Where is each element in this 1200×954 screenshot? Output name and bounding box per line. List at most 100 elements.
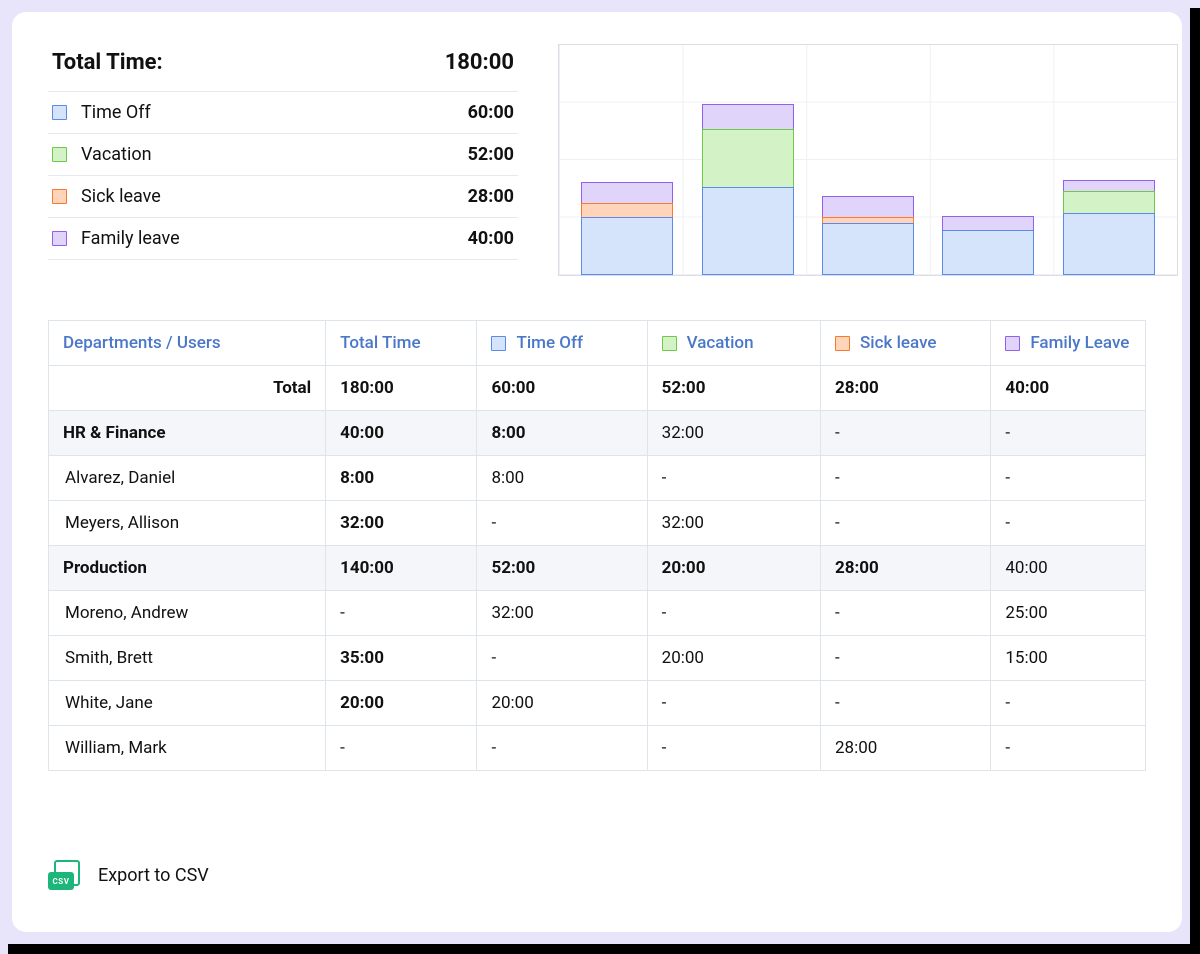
th-total-time[interactable]: Total Time [326,321,477,366]
th-sick-leave[interactable]: Sick leave [821,321,991,366]
row-vacation-cell: - [648,726,821,770]
th-total-time-label: Total Time [340,333,420,353]
th-vacation-label: Vacation [687,333,754,353]
row-vacation-cell: 32:00 [648,501,821,546]
chart-segment [822,223,914,275]
chart-wrap [558,44,1178,276]
table-row[interactable]: Meyers, Allison32:00-32:00-- [49,501,1145,546]
summary-item-value: 52:00 [468,144,514,165]
summary-total-value: 180:00 [445,50,514,75]
row-vacation-cell: 20:00 [648,546,821,591]
chart-segment [702,129,794,189]
csv-icon-text: CSV [48,872,74,890]
summary-item-sick-leave: Sick leave28:00 [48,176,518,218]
row-sick-cell: - [821,501,991,546]
table-row[interactable]: Production140:0052:0020:0028:0040:00 [49,546,1145,591]
row-sick-cell: - [821,591,991,636]
total-row-sick: 28:00 [821,366,991,411]
th-departments[interactable]: Departments / Users [49,321,326,366]
total-row-time-off: 60:00 [477,366,647,411]
table-body: Total 180:00 60:00 52:00 28:00 40:00 HR … [49,366,1145,770]
chart-segment [1063,213,1155,275]
table-row[interactable]: Alvarez, Daniel8:008:00--- [49,456,1145,501]
row-sick-cell: - [821,681,991,726]
csv-file-icon: CSV [48,860,82,890]
row-total-cell: 35:00 [326,636,477,681]
export-csv-label: Export to CSV [98,865,209,886]
row-family-cell: - [991,501,1145,546]
chart-segment [581,182,673,204]
th-family-leave[interactable]: Family Leave [991,321,1145,366]
row-sick-cell: 28:00 [821,726,991,770]
summary-item-label: Time Off [81,102,151,123]
row-name-cell: HR & Finance [49,411,326,456]
row-family-cell: 25:00 [991,591,1145,636]
chart-bar [822,198,914,276]
summary-items: Time Off 60:00 Vacation 52:00 Sick leave28:0… [48,92,518,260]
row-sick-cell: - [821,411,991,456]
sick-swatch-icon [835,336,850,351]
summary-item-label: Vacation [81,144,152,165]
table-row[interactable]: White, Jane20:0020:00--- [49,681,1145,726]
row-sick-cell: 28:00 [821,546,991,591]
chart-bar [942,217,1034,275]
th-sick-leave-label: Sick leave [860,333,937,353]
top-section: Total Time: 180:00 Time Off60:00Vacation… [48,44,1146,276]
summary-item-value: 28:00 [468,186,514,207]
page-background: Total Time: 180:00 Time Off60:00Vacation… [0,0,1200,954]
row-name-cell: Smith, Brett [49,636,326,681]
row-family-cell: 15:00 [991,636,1145,681]
row-vacation-cell: 20:00 [648,636,821,681]
chart-segment [942,230,1034,275]
row-name-cell: Meyers, Allison [49,501,326,546]
table-row[interactable]: HR & Finance40:008:0032:00-- [49,411,1145,456]
row-sick-cell: - [821,636,991,681]
summary-item-value: 60:00 [468,102,514,123]
summary-item-vacation: Vacation 52:00 [48,134,518,176]
row-total-cell: 140:00 [326,546,477,591]
chart-segment [822,196,914,218]
th-family-leave-label: Family Leave [1030,333,1129,353]
vacation-swatch-icon [662,336,677,351]
row-time-off-cell: - [477,501,647,546]
frame-edge-right [1190,8,1200,954]
row-time-off-cell: - [477,636,647,681]
export-csv-button[interactable]: CSV Export to CSV [48,860,209,890]
family-swatch-icon [1005,336,1020,351]
row-family-cell: - [991,411,1145,456]
row-vacation-cell: - [648,681,821,726]
chart-bar [1063,182,1155,276]
row-time-off-cell: - [477,726,647,770]
chart-segment [702,187,794,275]
th-vacation[interactable]: Vacation [648,321,821,366]
row-family-cell: - [991,456,1145,501]
row-total-cell: 8:00 [326,456,477,501]
row-time-off-cell: 8:00 [477,456,647,501]
summary-item-family-leave: Family leave40:00 [48,218,518,260]
row-total-cell: 20:00 [326,681,477,726]
frame-edge-bottom [8,944,1200,954]
th-departments-label: Departments / Users [63,333,221,353]
table-row[interactable]: Smith, Brett35:00-20:00-15:00 [49,636,1145,681]
total-row-label: Total [49,366,326,411]
time-distribution-chart [558,44,1178,276]
total-row-total: 180:00 [326,366,477,411]
summary-item-value: 40:00 [468,228,514,249]
th-time-off[interactable]: Time Off [477,321,647,366]
row-vacation-cell: 32:00 [648,411,821,456]
th-time-off-label: Time Off [516,333,583,353]
time-off-swatch-icon [52,105,67,120]
table-total-row: Total 180:00 60:00 52:00 28:00 40:00 [49,366,1145,411]
table-row[interactable]: Moreno, Andrew-32:00--25:00 [49,591,1145,636]
total-row-family: 40:00 [991,366,1145,411]
row-name-cell: Alvarez, Daniel [49,456,326,501]
chart-bar [581,184,673,276]
table-row[interactable]: William, Mark---28:00- [49,726,1145,770]
summary-item-time-off: Time Off 60:00 [48,92,518,134]
summary-panel: Total Time: 180:00 Time Off60:00Vacation… [48,44,518,276]
row-time-off-cell: 32:00 [477,591,647,636]
chart-segment [702,104,794,130]
sick-leave-swatch-icon [52,189,67,204]
row-family-cell: - [991,726,1145,770]
row-family-cell: - [991,681,1145,726]
